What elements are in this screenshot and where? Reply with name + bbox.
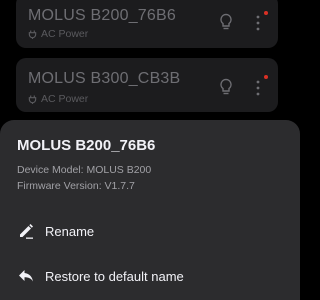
power-status: AC Power <box>28 93 88 105</box>
notification-dot <box>264 75 268 79</box>
more-vertical-icon[interactable] <box>256 15 260 31</box>
device-card[interactable]: MOLUS B200_76B6 AC Power <box>16 0 278 48</box>
power-label: AC Power <box>41 28 89 40</box>
sheet-title: MOLUS B200_76B6 <box>17 137 156 154</box>
plug-icon <box>28 94 37 104</box>
device-options-sheet: MOLUS B200_76B6 Device Model: MOLUS B200… <box>0 120 300 300</box>
device-name: MOLUS B200_76B6 <box>28 7 176 24</box>
firmware-version: Firmware Version: V1.7.7 <box>17 180 135 192</box>
device-model: Device Model: MOLUS B200 <box>17 164 152 176</box>
restore-default-name-button[interactable]: Restore to default name <box>0 256 300 296</box>
bulb-icon[interactable] <box>218 13 234 31</box>
device-card[interactable]: MOLUS B300_CB3B AC Power <box>16 58 278 112</box>
power-label: AC Power <box>41 93 89 105</box>
restore-label: Restore to default name <box>45 268 184 284</box>
notification-dot <box>264 11 268 15</box>
device-name: MOLUS B300_CB3B <box>28 70 181 87</box>
bulb-icon[interactable] <box>218 78 234 96</box>
more-vertical-icon[interactable] <box>256 80 260 96</box>
plug-icon <box>28 29 37 39</box>
power-status: AC Power <box>28 28 88 40</box>
rename-label: Rename <box>45 223 95 239</box>
rename-button[interactable]: Rename <box>0 211 300 251</box>
pencil-icon <box>20 224 33 239</box>
reply-arrow-icon <box>19 270 33 282</box>
